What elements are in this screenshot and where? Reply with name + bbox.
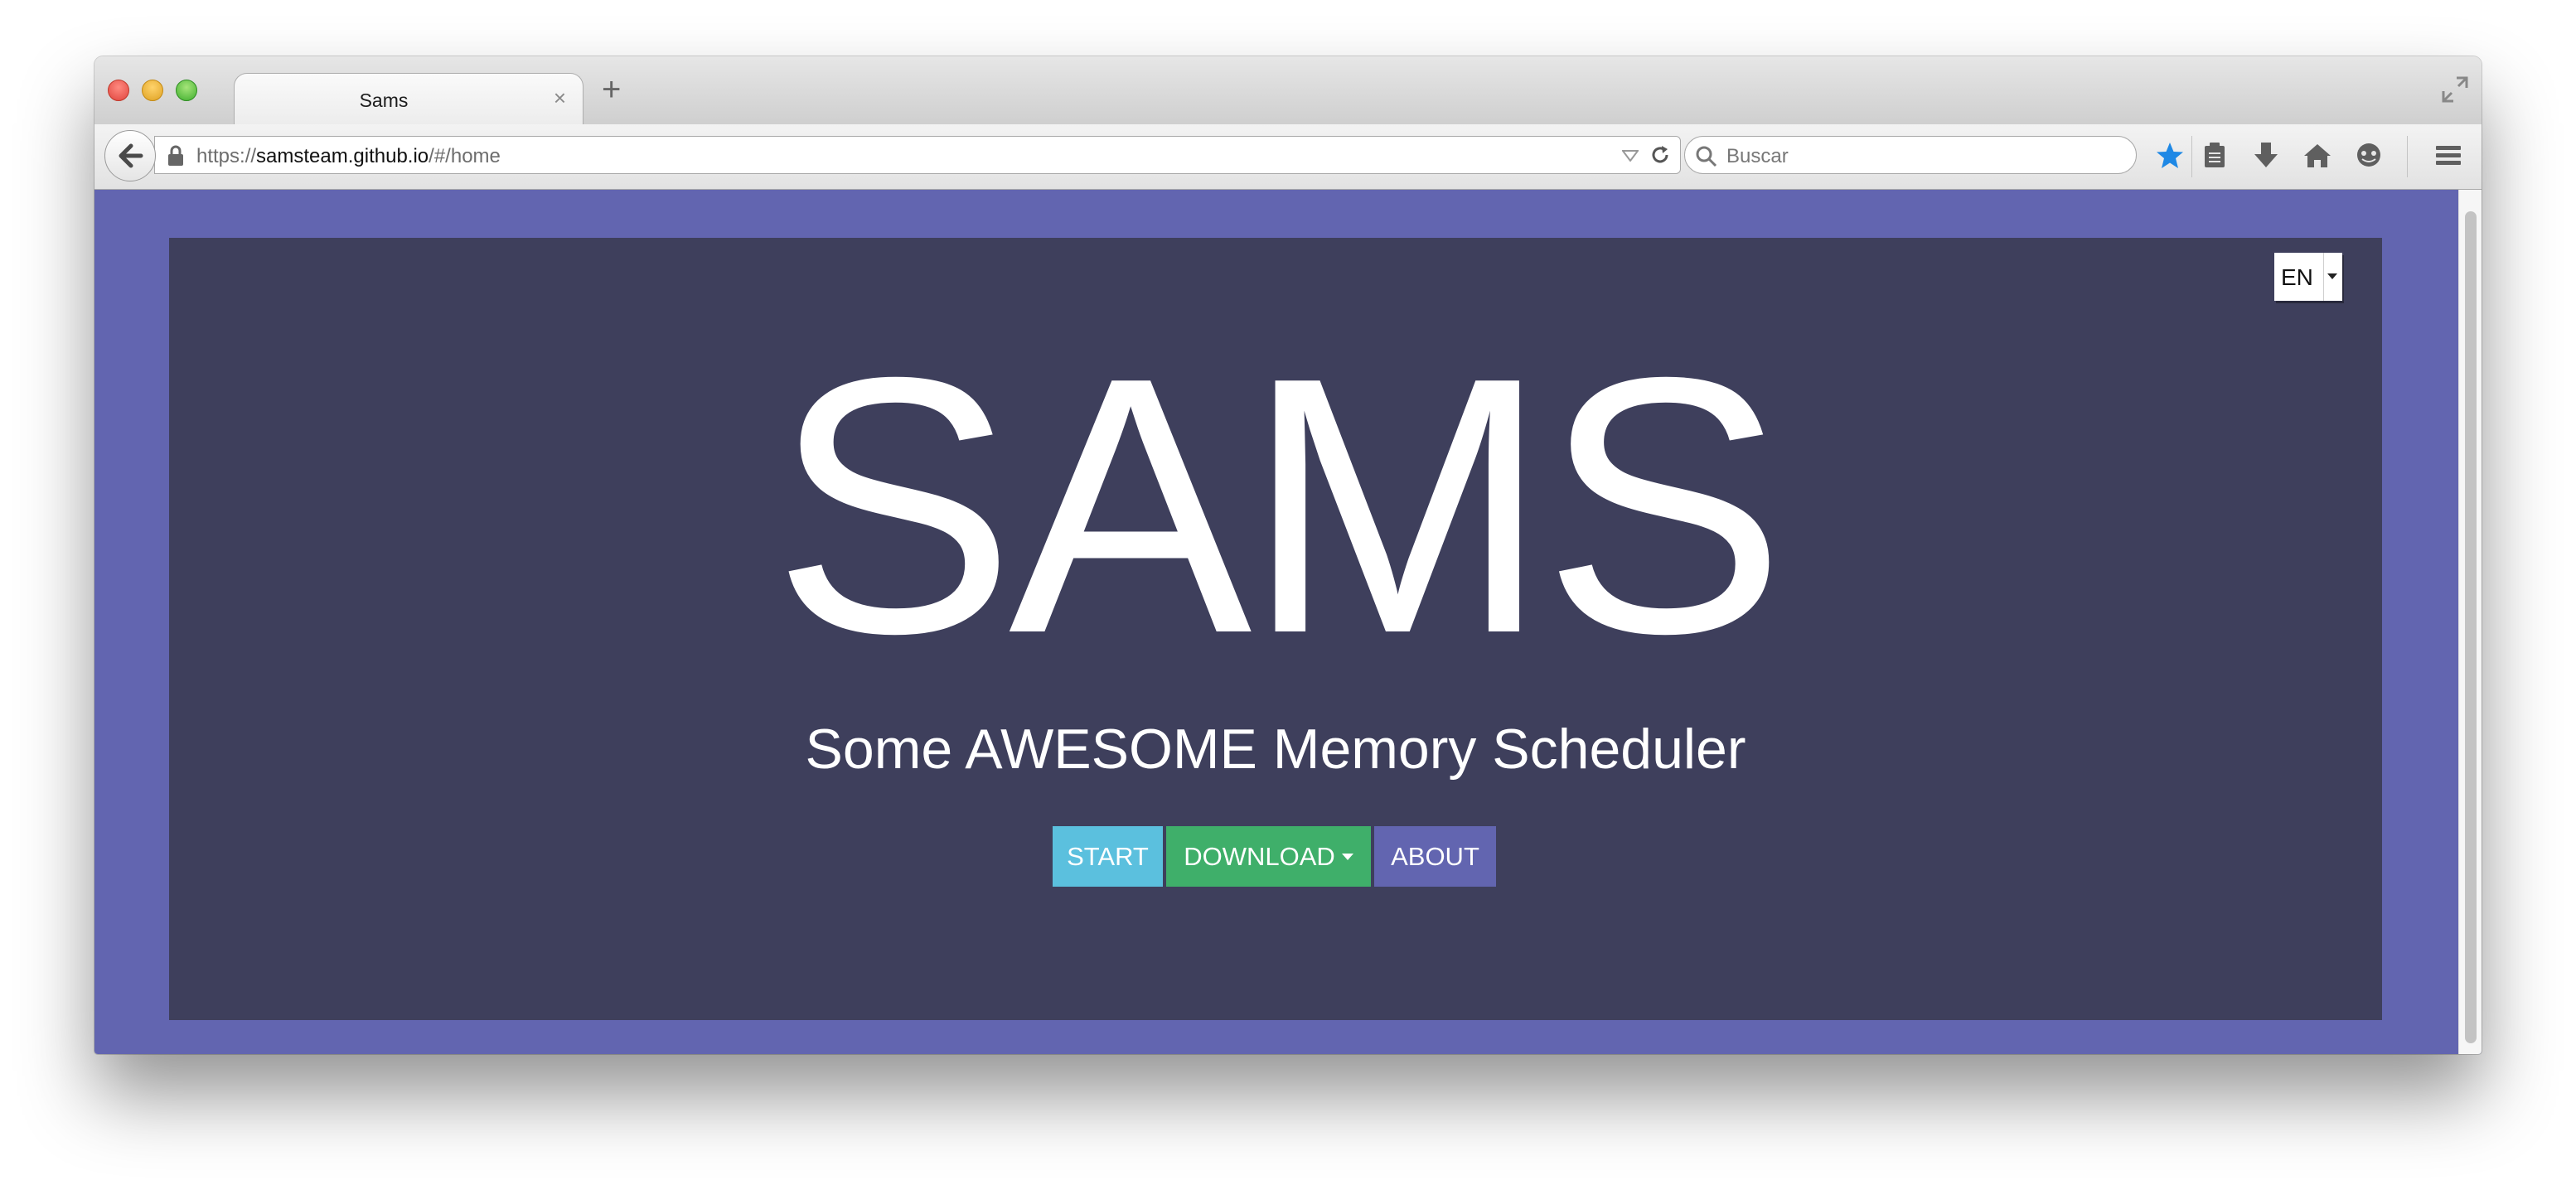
window-minimize-button[interactable] [142,80,163,101]
window-zoom-button[interactable] [176,80,197,101]
fullscreen-icon[interactable] [2438,73,2472,106]
tab-close-icon[interactable]: × [554,85,566,111]
toolbar-separator [2407,136,2408,177]
url-host: samsteam.github.io [256,145,429,167]
about-button-label: ABOUT [1391,841,1479,871]
hamburger-menu-icon[interactable] [2433,141,2463,171]
url-text: https://samsteam.github.io/#/home [196,145,501,168]
caret-down-icon [1341,853,1353,860]
chat-icon[interactable] [2354,141,2384,171]
window-close-button[interactable] [108,80,129,101]
search-icon [1696,146,1717,167]
page-subtitle: Some AWESOME Memory Scheduler [805,718,1746,781]
vertical-scrollbar[interactable] [2458,190,2482,1054]
language-select-value: EN [2281,264,2313,290]
back-button[interactable] [104,130,156,181]
url-path: /#/home [429,145,501,167]
lock-icon [168,145,183,166]
url-history-dropdown-icon[interactable] [1622,150,1639,162]
start-button-label: START [1067,841,1149,871]
address-bar[interactable]: https://samsteam.github.io/#/home [154,136,1681,174]
back-arrow-icon [119,143,143,168]
page-title: SAMS [772,302,1786,709]
hero-panel: EN SAMS Some AWESOME Memory Scheduler ST… [169,238,2382,1020]
search-box[interactable]: Buscar [1684,136,2137,174]
url-scheme: https:// [196,145,257,167]
start-button[interactable]: START [1053,826,1163,887]
navigation-toolbar: https://samsteam.github.io/#/home Buscar [94,124,2482,190]
reload-icon[interactable] [1649,143,1672,167]
tab-title: Sams [359,89,409,111]
about-button[interactable]: ABOUT [1374,826,1496,887]
download-button-label: DOWNLOAD [1184,841,1335,871]
download-dropdown-button[interactable]: DOWNLOAD [1166,826,1371,887]
scrollbar-thumb[interactable] [2465,211,2477,1043]
browser-window: Sams × + https://samsteam.github.io/#/ho… [94,56,2482,1054]
language-select[interactable]: EN [2274,253,2342,301]
tab-strip: Sams × + [94,56,2482,126]
reading-list-icon[interactable] [2200,141,2230,171]
tab-sams[interactable]: Sams × [234,73,583,126]
bookmark-star-icon[interactable] [2155,141,2185,171]
toolbar-separator [2191,136,2192,177]
web-page: EN SAMS Some AWESOME Memory Scheduler ST… [94,190,2482,1054]
search-placeholder: Buscar [1726,145,1789,167]
chevron-down-icon [2323,253,2341,301]
home-icon[interactable] [2302,141,2332,171]
download-icon[interactable] [2251,141,2281,171]
new-tab-button[interactable]: + [602,73,621,106]
